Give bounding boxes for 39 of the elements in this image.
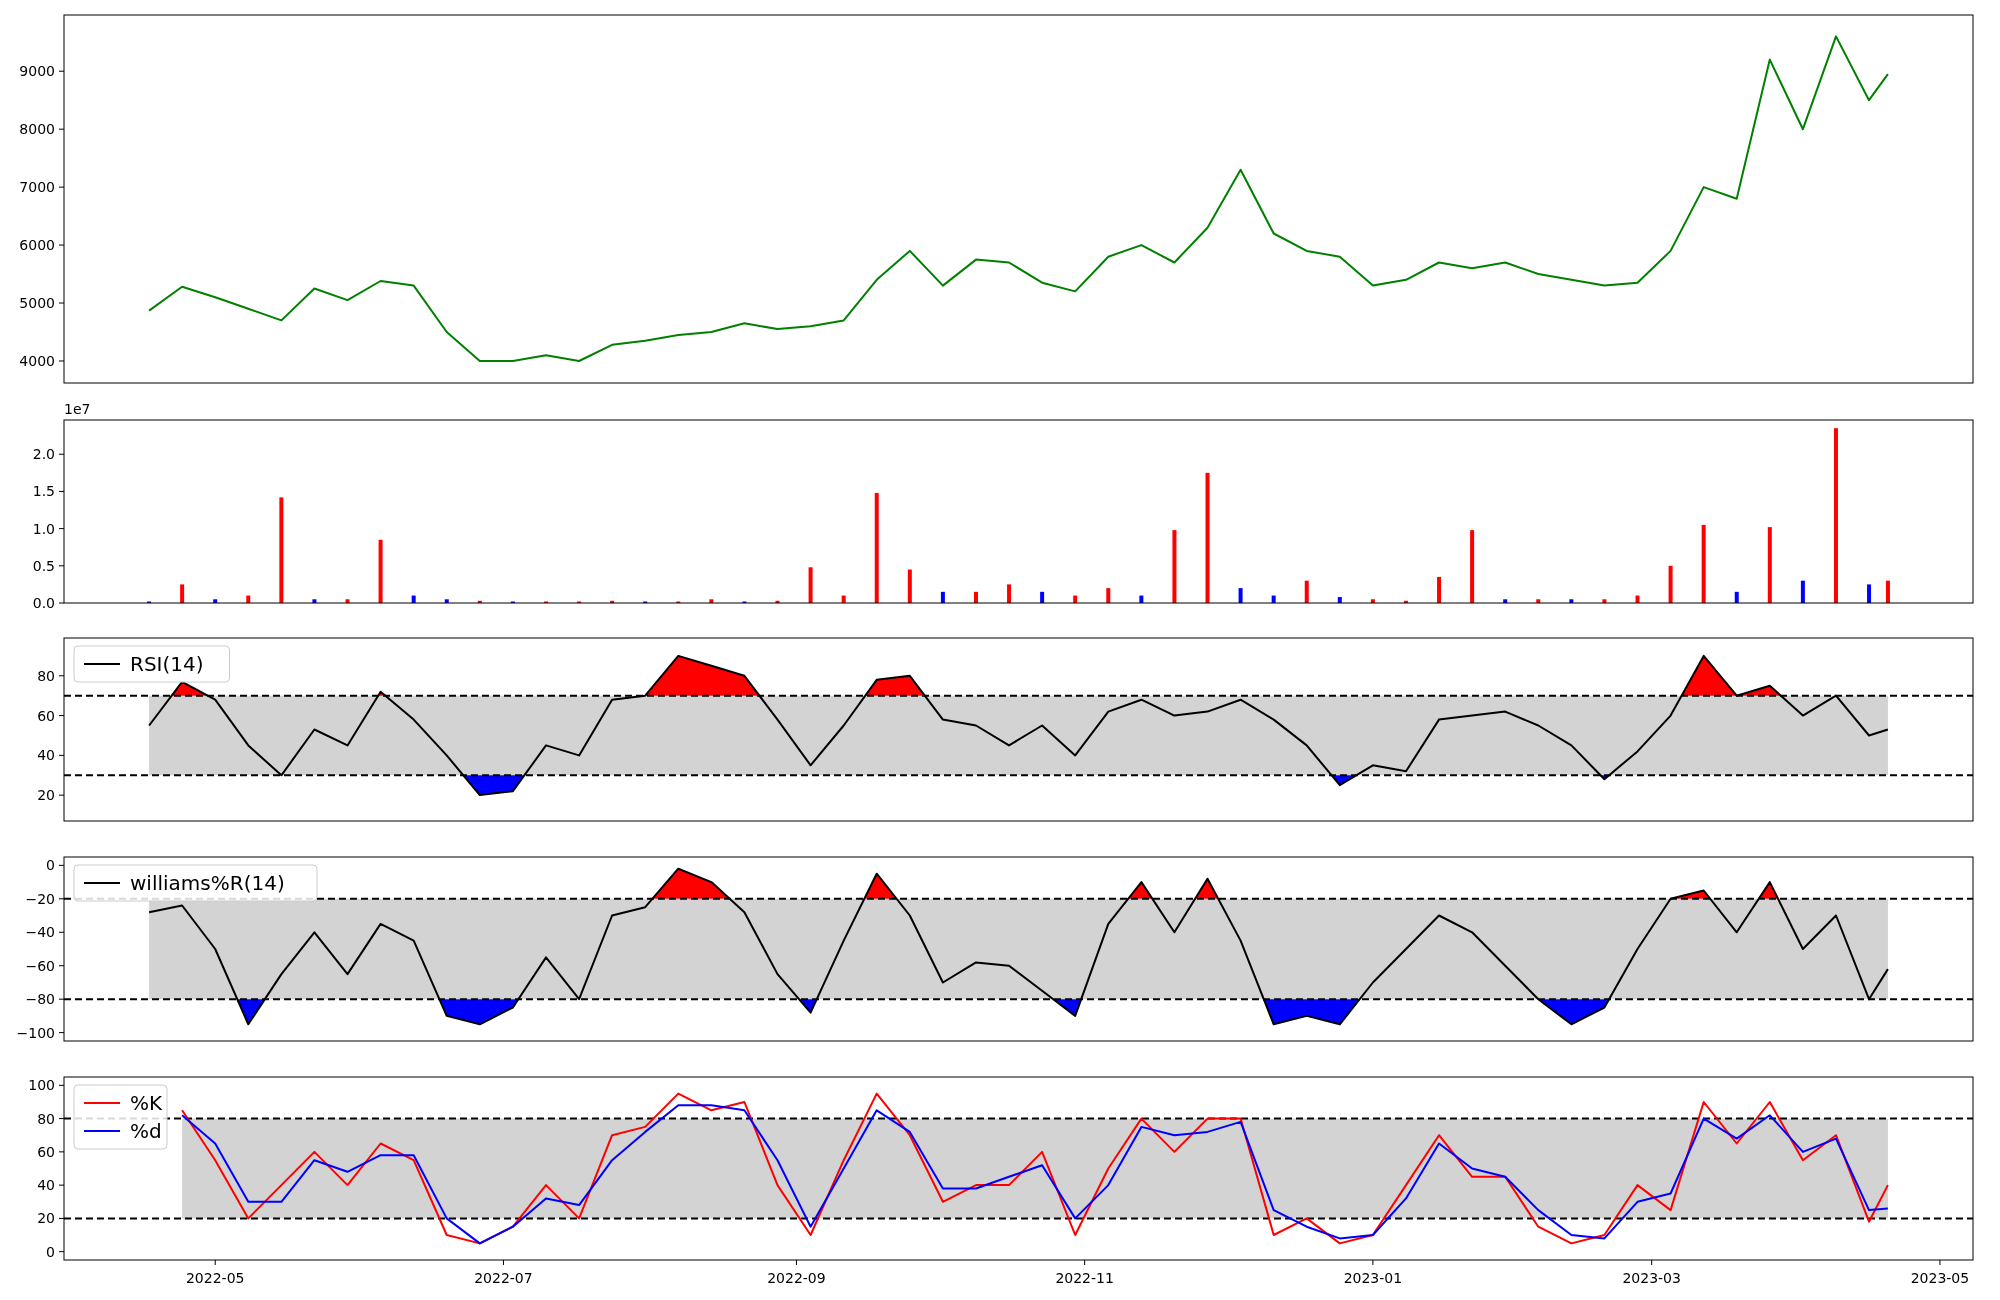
y-tick-label: −40 [25,924,55,941]
legend-label: williams%R(14) [130,871,285,895]
y-tick-label: 0 [46,857,55,874]
y-tick-label: 1.0 [32,520,55,537]
y-tick-label: 20 [37,1210,55,1227]
y-tick-label: 80 [37,667,55,684]
x-tick-label: 2023-05 [1910,1270,1970,1286]
y-tick-label: −80 [25,991,55,1008]
y-tick-label: 5000 [19,295,55,312]
x-tick-label: 2022-11 [1055,1270,1114,1286]
y-tick-label: 0.5 [32,557,55,574]
legend-label: %K [130,1091,163,1115]
x-tick-label: 2022-07 [474,1270,533,1286]
y-tick-label: −60 [25,957,55,974]
x-tick-label: 2022-05 [185,1270,245,1286]
y-tick-label: 1.5 [32,483,55,500]
y-tick-label: 7000 [19,179,55,196]
legend-label: RSI(14) [130,652,204,676]
y-tick-label: 100 [28,1077,55,1094]
y-tick-label: −20 [25,890,55,907]
legend-label: %d [130,1119,162,1143]
y-tick-label: 20 [37,787,55,804]
x-tick-label: 2023-03 [1622,1270,1681,1286]
axis-offset-label: 1e7 [64,402,91,417]
y-tick-label: 40 [37,1177,55,1194]
y-tick-label: 8000 [19,121,55,138]
y-tick-label: 9000 [19,63,55,80]
y-tick-label: 60 [37,707,55,724]
x-tick-label: 2023-01 [1343,1270,1403,1286]
x-tick-label: 2022-09 [767,1270,826,1286]
y-tick-label: 80 [37,1110,55,1127]
y-tick-label: −100 [16,1024,55,1041]
y-tick-label: 60 [37,1143,55,1160]
y-tick-label: 4000 [19,353,55,369]
y-tick-label: 0.0 [32,595,55,611]
y-tick-label: 2.0 [32,446,55,463]
y-tick-label: 40 [37,747,55,764]
y-tick-label: 0 [46,1243,55,1260]
y-tick-label: 6000 [19,237,55,254]
